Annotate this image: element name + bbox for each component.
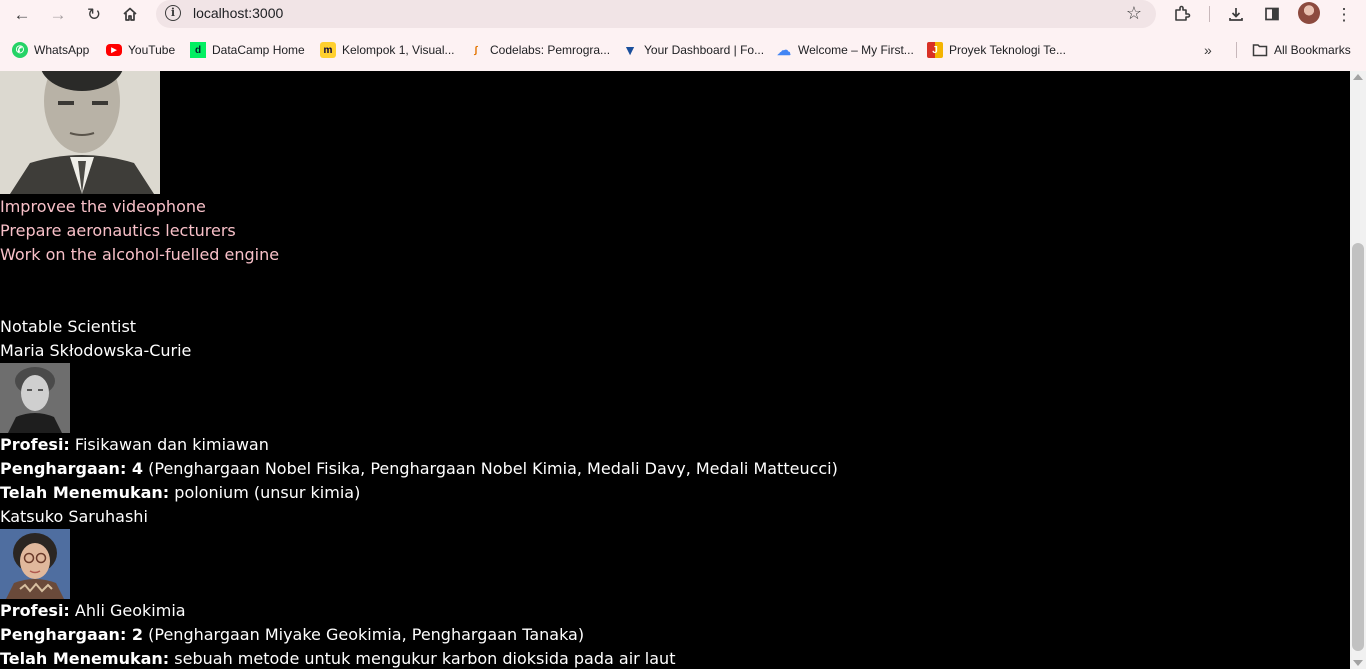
bookmark-label: All Bookmarks <box>1274 43 1351 57</box>
extensions-icon[interactable] <box>1168 1 1196 27</box>
address-bar[interactable]: i localhost:3000 ☆ <box>156 0 1156 28</box>
toolbar-separator <box>1209 6 1210 22</box>
download-icon[interactable] <box>1222 1 1250 27</box>
google-cloud-icon: ☁ <box>777 41 791 58</box>
proyek-icon: J <box>927 42 943 58</box>
home-icon[interactable] <box>116 1 144 27</box>
scroll-down-arrow-icon[interactable] <box>1353 660 1363 666</box>
discovery-value: polonium (unsur kimia) <box>174 483 361 502</box>
bookmark-label: Codelabs: Pemrogra... <box>490 43 611 57</box>
reload-icon[interactable]: ↻ <box>80 1 108 27</box>
datacamp-icon: d <box>190 42 206 58</box>
scientist-profession: Profesi: Ahli Geokimia <box>0 599 186 623</box>
profession-label: Profesi: <box>0 435 70 454</box>
awards-label: Penghargaan: 4 <box>0 459 144 478</box>
page-content: Improvee the videophone Prepare aeronaut… <box>0 71 1350 669</box>
site-info-icon[interactable]: i <box>165 5 181 21</box>
bookmark-label: Kelompok 1, Visual... <box>342 43 455 57</box>
scientist-photo <box>0 363 70 433</box>
back-arrow-icon[interactable]: ← <box>8 1 36 27</box>
discovery-label: Telah Menemukan: <box>0 483 170 502</box>
folder-icon <box>1252 42 1268 58</box>
bookmark-welcome[interactable]: ☁ Welcome – My First... <box>776 37 914 63</box>
navigation-bar: ← → ↻ i localhost:3000 ☆ ⋮ <box>0 0 1366 30</box>
awards-label: Penghargaan: 2 <box>0 625 144 644</box>
codelabs-icon: ∫ <box>474 44 478 56</box>
todo-item: Improvee the videophone <box>0 197 206 216</box>
scientist-awards: Penghargaan: 2 (Penghargaan Miyake Geoki… <box>0 623 584 647</box>
bookmark-datacamp[interactable]: d DataCamp Home <box>190 37 305 63</box>
awards-value: (Penghargaan Nobel Fisika, Penghargaan N… <box>148 459 838 478</box>
bookmarks-separator <box>1236 42 1237 58</box>
dashboard-icon: ▼ <box>623 42 637 58</box>
url-text[interactable]: localhost:3000 <box>193 5 283 21</box>
awards-value: (Penghargaan Miyake Geokimia, Penghargaa… <box>148 625 585 644</box>
scientist-name: Maria Skłodowska-Curie <box>0 341 192 360</box>
more-menu-icon[interactable]: ⋮ <box>1330 1 1358 27</box>
whatsapp-icon: ✆ <box>12 42 28 58</box>
scientist-profession: Profesi: Fisikawan dan kimiawan <box>0 433 269 457</box>
bookmark-proyek[interactable]: J Proyek Teknologi Te... <box>927 37 1066 63</box>
discovery-label: Telah Menemukan: <box>0 649 170 668</box>
bookmarks-bar: ✆ WhatsApp ▶ YouTube d DataCamp Home m K… <box>0 37 1366 63</box>
section-heading: Notable Scientist <box>0 317 137 336</box>
bookmark-label: WhatsApp <box>34 43 90 57</box>
miro-icon: m <box>320 42 336 58</box>
profession-value: Fisikawan dan kimiawan <box>74 435 269 454</box>
scientist-discovery: Telah Menemukan: sebuah metode untuk men… <box>0 647 675 669</box>
profession-value: Ahli Geokimia <box>74 601 186 620</box>
bookmark-star-icon[interactable]: ☆ <box>1126 3 1142 24</box>
profile-avatar[interactable] <box>1298 2 1320 24</box>
all-bookmarks-button[interactable]: All Bookmarks <box>1252 37 1351 63</box>
bookmark-label: YouTube <box>128 43 176 57</box>
scientist-name: Katsuko Saruhashi <box>0 507 148 526</box>
bookmark-label: Your Dashboard | Fo... <box>644 43 765 57</box>
bookmark-kelompok[interactable]: m Kelompok 1, Visual... <box>320 37 455 63</box>
bookmark-youtube[interactable]: ▶ YouTube <box>106 37 175 63</box>
youtube-icon: ▶ <box>106 44 122 56</box>
scrollbar-thumb[interactable] <box>1352 243 1364 651</box>
forward-arrow-icon[interactable]: → <box>44 1 72 27</box>
browser-chrome: ← → ↻ i localhost:3000 ☆ ⋮ ✆ WhatsApp ▶ <box>0 0 1366 71</box>
scientist-photo <box>0 529 70 599</box>
more-bookmarks-chevron-icon[interactable]: » <box>1204 37 1212 63</box>
bookmark-label: Welcome – My First... <box>798 43 914 57</box>
scientist-discovery: Telah Menemukan: polonium (unsur kimia) <box>0 481 360 505</box>
scroll-up-arrow-icon[interactable] <box>1353 74 1363 80</box>
profession-label: Profesi: <box>0 601 70 620</box>
bookmark-label: DataCamp Home <box>212 43 305 57</box>
bookmark-whatsapp[interactable]: ✆ WhatsApp <box>12 37 89 63</box>
scientist-awards: Penghargaan: 4 (Penghargaan Nobel Fisika… <box>0 457 838 481</box>
bookmark-dashboard[interactable]: ▼ Your Dashboard | Fo... <box>622 37 764 63</box>
inventor-portrait <box>0 71 160 194</box>
discovery-value: sebuah metode untuk mengukur karbon diok… <box>174 649 676 668</box>
todo-item: Work on the alcohol-fuelled engine <box>0 245 280 264</box>
todo-item: Prepare aeronautics lecturers <box>0 221 236 240</box>
bookmark-label: Proyek Teknologi Te... <box>949 43 1066 57</box>
bookmark-codelabs[interactable]: ∫ Codelabs: Pemrogra... <box>468 37 610 63</box>
side-panel-icon[interactable] <box>1258 1 1286 27</box>
